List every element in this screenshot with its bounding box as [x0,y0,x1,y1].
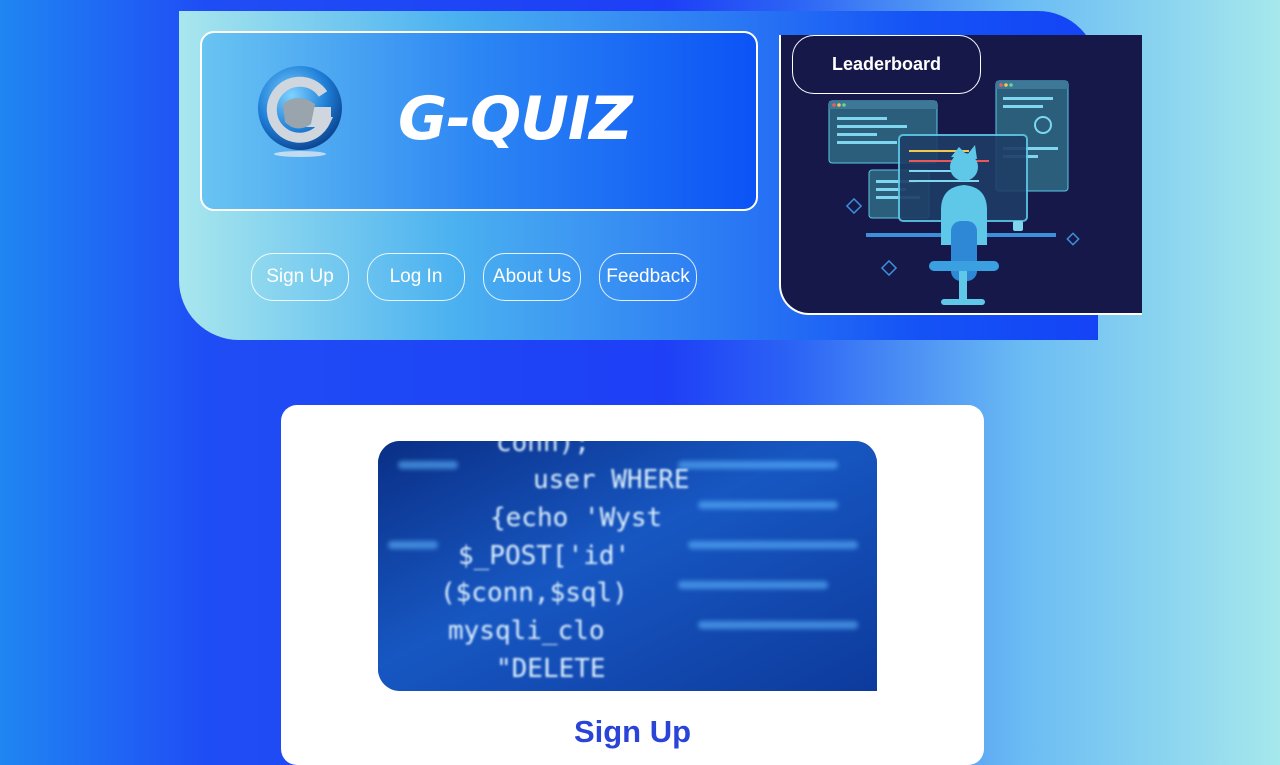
code-line-3: {echo 'Wyst [490,503,662,533]
log-in-button[interactable]: Log In [367,253,465,301]
code-line-5: ($conn,$sql) [440,578,628,608]
feedback-button[interactable]: Feedback [599,253,697,301]
code-line-2: user WHERE [533,465,690,495]
leaderboard-button[interactable]: Leaderboard [792,35,981,94]
about-us-button[interactable]: About Us [483,253,581,301]
code-line-4: $_POST['id' [458,541,630,571]
code-line-6: mysqli_clo [448,616,605,646]
code-line-7: "DELETE [496,654,606,684]
code-line-1: conn); [496,441,590,458]
g-quiz-logo-icon [253,64,347,158]
sign-up-button[interactable]: Sign Up [251,253,349,301]
code-closeup-image: conn); user WHERE {echo 'Wyst $_POST['id… [378,441,877,691]
signup-heading: Sign Up [573,714,692,749]
brand-title: G-QUIZ [398,84,633,154]
